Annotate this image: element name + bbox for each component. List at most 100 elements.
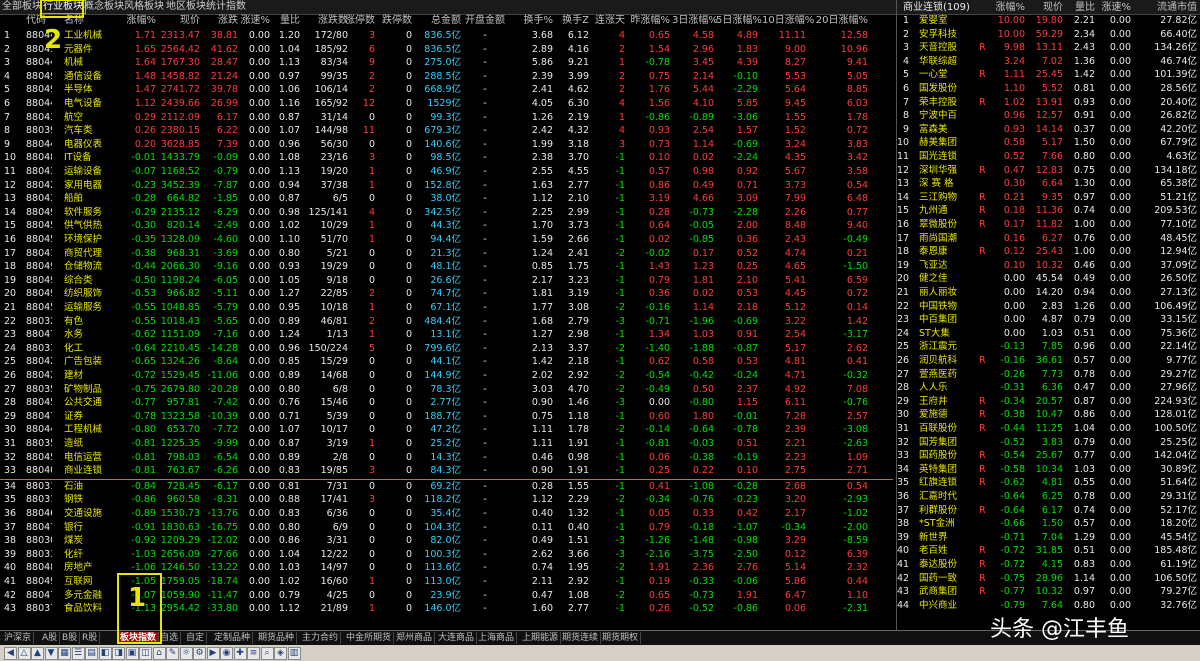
table-cell[interactable]: 880335 xyxy=(26,342,52,355)
panel-column-header[interactable]: 现价 xyxy=(1027,1,1063,15)
table-cell[interactable]: 880351 xyxy=(26,383,52,396)
table-cell[interactable]: 880489 xyxy=(26,151,52,164)
tab-board-type[interactable]: 概念板块 xyxy=(82,1,126,13)
column-header[interactable]: 换手Z xyxy=(555,14,589,28)
panel-stock-name[interactable]: 新世界 xyxy=(919,531,977,544)
panel-stock-name[interactable]: 王府井 xyxy=(919,395,977,408)
toolbar-icon[interactable]: ▲ xyxy=(31,647,44,660)
table-cell[interactable]: 880491 xyxy=(26,83,52,96)
toolbar-icon[interactable]: △ xyxy=(17,647,31,660)
toolbar-icon[interactable]: ≡ xyxy=(247,647,260,660)
panel-stock-name[interactable]: 中国铁物 xyxy=(919,300,977,313)
market-tab[interactable]: 主力合约 xyxy=(300,632,342,644)
panel-stock-name[interactable]: 中兴商业 xyxy=(919,599,977,612)
tab-board-type[interactable]: 风格板块 xyxy=(122,1,166,13)
panel-stock-name[interactable]: 国光连锁 xyxy=(919,150,977,163)
market-tab[interactable]: 期货品种 xyxy=(256,632,298,644)
table-cell[interactable]: 880423 xyxy=(26,179,52,192)
panel-stock-name[interactable]: 红旗连锁 xyxy=(919,476,977,489)
table-cell[interactable]: 880456 xyxy=(26,233,52,246)
column-header[interactable]: 连涨天 xyxy=(595,14,625,28)
panel-stock-name[interactable]: 宁波中百 xyxy=(919,109,977,122)
table-cell[interactable]: 880494 xyxy=(26,575,52,588)
table-cell[interactable]: 880475 xyxy=(26,328,52,341)
table-cell[interactable]: 880310 xyxy=(26,480,52,493)
toolbar-icon[interactable]: ▼ xyxy=(44,647,58,660)
table-cell[interactable]: 880490 xyxy=(26,70,52,83)
panel-stock-name[interactable]: 翠微股份 xyxy=(919,218,977,231)
toolbar-icon[interactable]: ☰ xyxy=(71,647,85,660)
panel-stock-name[interactable]: 爱婴室 xyxy=(919,14,977,27)
toolbar-icon[interactable]: ▤ xyxy=(85,647,98,660)
panel-stock-name[interactable]: 一心堂 xyxy=(919,68,977,81)
panel-stock-name[interactable]: 国芳集团 xyxy=(919,436,977,449)
market-tab[interactable]: A股 xyxy=(40,632,61,644)
panel-stock-name[interactable]: 富森美 xyxy=(919,123,977,136)
panel-stock-name[interactable]: 荣丰控股 xyxy=(919,96,977,109)
panel-stock-name[interactable]: 泰达股份 xyxy=(919,558,977,571)
panel-stock-name[interactable]: 萱燕医药 xyxy=(919,368,977,381)
market-tab[interactable]: 中金所期货 xyxy=(344,632,395,644)
column-header[interactable]: 开盘金额 xyxy=(460,14,510,28)
market-tab[interactable]: 郑州商品 xyxy=(394,632,436,644)
table-cell[interactable]: 880390 xyxy=(26,124,52,137)
panel-stock-name[interactable]: 润贝航科 xyxy=(919,354,977,367)
column-header[interactable]: 涨停数 xyxy=(345,14,375,28)
column-header[interactable]: 涨跌数 xyxy=(302,14,348,28)
market-tab[interactable]: R股 xyxy=(80,632,101,644)
table-cell[interactable]: 880465 xyxy=(26,507,52,520)
toolbar-icon[interactable]: ☼ xyxy=(179,647,193,660)
table-cell[interactable]: 880455 xyxy=(26,219,52,232)
column-header[interactable]: 20日涨幅% xyxy=(810,14,868,28)
table-cell[interactable]: 880421 xyxy=(26,355,52,368)
panel-stock-name[interactable]: 深 赛 格 xyxy=(919,177,977,190)
toolbar-icon[interactable]: ▥ xyxy=(287,647,301,660)
toolbar-icon[interactable]: ▣ xyxy=(125,647,139,660)
column-header[interactable]: 涨幅% xyxy=(116,14,156,28)
table-cell[interactable]: 880350 xyxy=(26,437,52,450)
column-header[interactable]: 换手% xyxy=(515,14,553,28)
panel-stock-name[interactable]: 深圳华强 xyxy=(919,164,977,177)
table-cell[interactable]: 880318 xyxy=(26,493,52,506)
panel-stock-name[interactable]: 百联股份 xyxy=(919,422,977,435)
column-header[interactable]: 涨跌 xyxy=(202,14,238,28)
table-cell[interactable]: 880430 xyxy=(26,111,52,124)
market-tab[interactable]: 沪深京 xyxy=(2,632,35,644)
market-tab[interactable]: 期货连续 xyxy=(560,632,602,644)
panel-stock-name[interactable]: ST大集 xyxy=(919,327,977,340)
table-cell[interactable]: 880372 xyxy=(26,602,52,615)
tab-board-type[interactable]: 全部板块 xyxy=(0,1,44,13)
toolbar-icon[interactable]: ◫ xyxy=(139,647,152,660)
table-cell[interactable]: 880324 xyxy=(26,315,52,328)
table-cell[interactable]: 880453 xyxy=(26,301,52,314)
market-tab[interactable]: 上海商品 xyxy=(476,632,518,644)
panel-stock-name[interactable]: 泰恩康 xyxy=(919,245,977,258)
table-cell[interactable]: 880455 xyxy=(26,396,52,409)
market-tab[interactable]: 自定 xyxy=(184,632,208,644)
table-cell[interactable]: 880446 xyxy=(26,97,52,110)
toolbar-icon[interactable]: ◉ xyxy=(220,647,233,660)
toolbar-icon[interactable]: ◀ xyxy=(4,647,17,660)
panel-stock-name[interactable]: 健之佳 xyxy=(919,272,977,285)
table-cell[interactable]: 880452 xyxy=(26,451,52,464)
column-header[interactable]: 3日涨幅% xyxy=(672,14,718,28)
toolbar-icon[interactable]: ⌕ xyxy=(260,647,274,660)
column-header[interactable]: 总金额 xyxy=(423,14,461,28)
table-cell[interactable]: 880472 xyxy=(26,410,52,423)
panel-stock-name[interactable]: 英特集团 xyxy=(919,463,977,476)
table-cell[interactable]: 880482 xyxy=(26,561,52,574)
column-header[interactable]: 现价 xyxy=(158,14,200,28)
table-cell[interactable]: 880301 xyxy=(26,534,52,547)
panel-stock-name[interactable]: 安孚科技 xyxy=(919,28,977,41)
panel-stock-name[interactable]: 汇嘉时代 xyxy=(919,490,977,503)
panel-stock-name[interactable]: 飞亚达 xyxy=(919,259,977,272)
tab-board-type[interactable]: 统计指数 xyxy=(204,1,248,13)
table-cell[interactable]: 880471 xyxy=(26,521,52,534)
column-header[interactable]: 5日涨幅% xyxy=(716,14,762,28)
market-tab[interactable]: 定制品种 xyxy=(212,632,254,644)
panel-stock-name[interactable]: 老百姓 xyxy=(919,544,977,557)
panel-stock-name[interactable]: 赫美集团 xyxy=(919,136,977,149)
toolbar-icon[interactable]: ◈ xyxy=(274,647,287,660)
panel-stock-name[interactable]: 国药股份 xyxy=(919,449,977,462)
panel-stock-name[interactable]: 雨尚国潮 xyxy=(919,232,977,245)
